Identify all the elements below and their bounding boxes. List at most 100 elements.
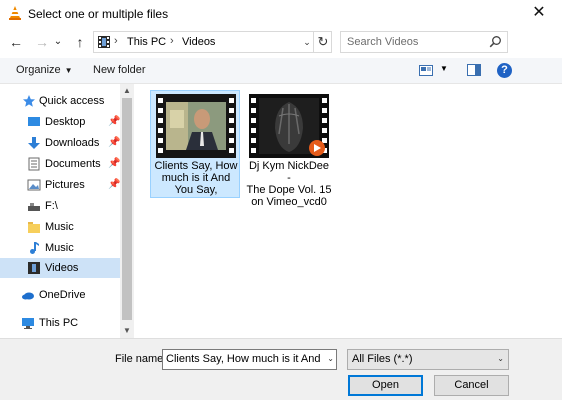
file-name-line: on Vimeo_vcd0 (251, 196, 327, 208)
folder-icon (28, 222, 40, 233)
pin-icon: 📌 (108, 158, 120, 169)
address-bar[interactable]: › This PC › Videos ⌄ ↻ (93, 31, 332, 53)
sidebar-item-desktop[interactable]: Desktop 📌 (0, 112, 120, 132)
documents-icon (28, 157, 40, 171)
close-button[interactable]: ✕ (516, 0, 562, 26)
arrow-left-icon: ← (9, 34, 23, 50)
sidebar-item-label: Music (45, 221, 74, 233)
arrow-up-icon: ↑ (76, 34, 84, 50)
chevron-down-icon: ⌄ (53, 36, 63, 47)
file-tile[interactable]: Dj Kym NickDee - The Dope Vol. 15 on Vim… (243, 90, 333, 208)
music-note-icon (30, 242, 39, 254)
navigation-scrollbar[interactable]: ▲ ▼ (120, 84, 134, 338)
videos-icon (28, 262, 40, 274)
sidebar-item-downloads[interactable]: Downloads 📌 (0, 133, 120, 153)
desktop-icon (28, 117, 40, 126)
address-dropdown[interactable]: ⌄ (301, 33, 313, 51)
monitor-icon (22, 318, 34, 329)
close-icon: ✕ (532, 4, 546, 21)
file-name-line: much is it And (161, 172, 231, 184)
help-icon[interactable]: ? (497, 63, 512, 78)
title-bar: Select one or multiple files ✕ (0, 0, 562, 26)
refresh-button[interactable]: ↻ (313, 32, 332, 52)
pin-icon: 📌 (108, 116, 120, 127)
preview-pane-icon[interactable] (467, 64, 481, 76)
breadcrumb-this-pc[interactable]: This PC (127, 36, 166, 48)
sidebar-item-label: F:\ (45, 200, 58, 212)
sidebar-item-this-pc[interactable]: This PC (0, 313, 120, 333)
refresh-icon: ↻ (317, 34, 329, 49)
sidebar-item-music[interactable]: Music (0, 238, 120, 258)
breadcrumb-separator: › (170, 35, 174, 47)
file-name-line: The Dope Vol. 15 (246, 184, 332, 196)
breadcrumb-videos[interactable]: Videos (182, 36, 215, 48)
star-icon (23, 95, 35, 107)
search-input[interactable]: Search Videos (347, 36, 418, 48)
sidebar-item-label: Downloads (45, 137, 100, 149)
videos-folder-icon (98, 36, 110, 48)
scroll-down-icon[interactable]: ▼ (120, 324, 134, 338)
command-bar: Organize ▼ New folder ▼ ? (0, 58, 562, 84)
search-box[interactable]: Search Videos (340, 31, 508, 53)
usb-drive-icon (28, 203, 40, 211)
file-name-line: You Say, (174, 184, 218, 196)
pin-icon: 📌 (108, 137, 120, 148)
sidebar-item-label: Pictures (45, 179, 85, 191)
sidebar-item-label: Desktop (45, 116, 86, 128)
caret-down-icon[interactable]: ▼ (440, 64, 448, 73)
navigation-pane: Quick access Desktop 📌 Downloads 📌 Docum… (0, 84, 120, 338)
file-tile[interactable]: Clients Say, How much is it And You Say, (150, 90, 240, 198)
open-button[interactable]: Open (348, 375, 423, 396)
file-name: Clients Say, How much is it And You Say, (153, 160, 239, 196)
pin-icon: 📌 (108, 179, 120, 190)
cloud-icon (22, 292, 34, 300)
search-icon (489, 36, 501, 48)
chevron-down-icon: ⌄ (303, 37, 311, 47)
sidebar-item-label: Documents (45, 158, 101, 170)
file-name-line: Dj Kym NickDee - (248, 160, 330, 184)
file-name-value[interactable]: Clients Say, How much is it And You (166, 353, 321, 365)
sidebar-item-videos[interactable]: Videos (0, 258, 120, 278)
sidebar-item-f-drive[interactable]: F:\ (0, 196, 120, 216)
sidebar-item-onedrive[interactable]: OneDrive (0, 285, 120, 305)
organize-label: Organize (16, 64, 61, 76)
scrollbar-thumb[interactable] (122, 98, 132, 320)
file-type-select[interactable]: All Files (*.*) ⌄ (347, 349, 509, 370)
chevron-down-icon[interactable]: ⌄ (327, 354, 334, 363)
file-list: Clients Say, How much is it And You Say,… (134, 84, 562, 338)
vlc-cone-icon (9, 6, 21, 20)
file-name-field[interactable]: Clients Say, How much is it And You ⌄ (162, 349, 337, 370)
arrow-right-icon: → (35, 34, 49, 50)
dialog-footer: File name: Clients Say, How much is it A… (0, 338, 562, 400)
sidebar-item-documents[interactable]: Documents 📌 (0, 154, 120, 174)
back-button[interactable]: ← (6, 32, 26, 52)
sidebar-item-label: This PC (39, 317, 79, 329)
scroll-up-icon[interactable]: ▲ (120, 84, 134, 98)
sidebar-item-label: Videos (45, 262, 79, 274)
new-folder-button[interactable]: New folder (93, 64, 146, 76)
sidebar-item-quick-access[interactable]: Quick access (0, 91, 120, 111)
chevron-down-icon: ⌄ (497, 354, 504, 363)
video-thumbnail-icon (156, 94, 236, 158)
sidebar-item-music-folder[interactable]: Music (0, 217, 120, 237)
change-view-icon[interactable] (419, 65, 433, 76)
forward-button[interactable]: → (32, 32, 52, 52)
file-name-line: Clients Say, How (154, 160, 238, 172)
up-button[interactable]: ↑ (70, 32, 90, 52)
video-thumbnail-icon (249, 94, 329, 158)
file-name-label: File name: (115, 353, 167, 365)
sidebar-item-pictures[interactable]: Pictures 📌 (0, 175, 120, 195)
window-title: Select one or multiple files (28, 7, 169, 21)
recent-locations-button[interactable]: ⌄ (52, 32, 64, 52)
cancel-button[interactable]: Cancel (434, 375, 509, 396)
pictures-icon (27, 179, 41, 191)
sidebar-item-label: Quick access (39, 95, 105, 107)
organize-button[interactable]: Organize ▼ (16, 64, 73, 76)
file-type-value: All Files (*.*) (352, 353, 413, 365)
file-name: Dj Kym NickDee - The Dope Vol. 15 on Vim… (246, 160, 332, 208)
download-arrow-icon (28, 137, 40, 149)
sidebar-item-label: Music (45, 242, 74, 254)
navigation-bar: ← → ⌄ ↑ › This PC › Videos ⌄ ↻ Search Vi… (0, 28, 562, 56)
sidebar-item-label: OneDrive (39, 289, 86, 301)
breadcrumb-separator: › (114, 35, 118, 47)
